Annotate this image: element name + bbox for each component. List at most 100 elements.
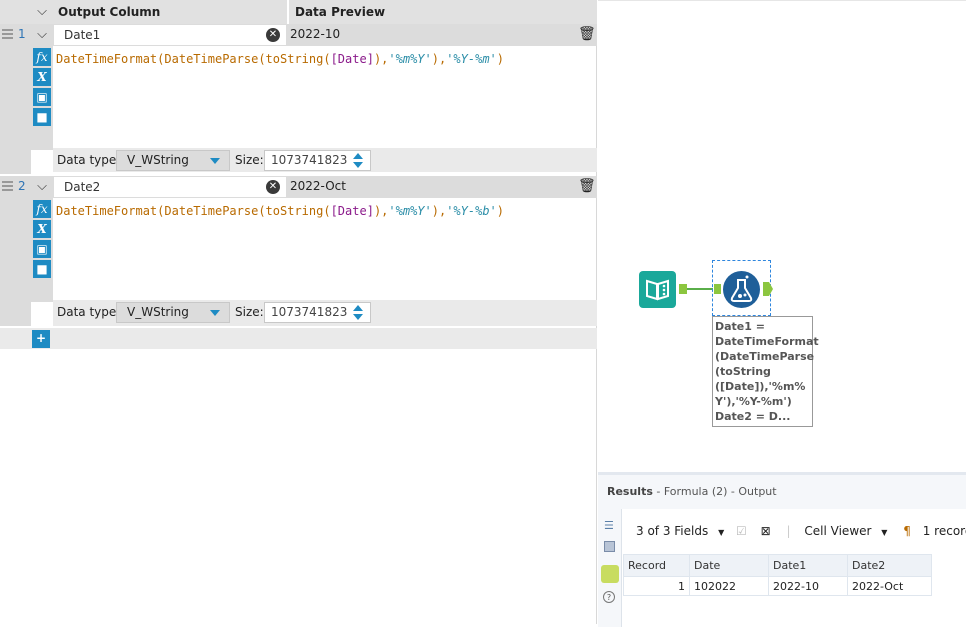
collapse-chevron-icon[interactable]: ⌵ xyxy=(33,178,51,196)
row-number: 1 xyxy=(18,27,26,41)
size-stepper[interactable] xyxy=(348,304,368,321)
expression-token: '%m%Y' xyxy=(388,52,432,66)
expression-token: DateTimeFormat xyxy=(56,204,158,218)
formula-tool-selected[interactable] xyxy=(712,260,773,316)
delete-trash-icon[interactable]: 🗑︎ xyxy=(578,178,596,194)
results-sidebar: ☰ ? xyxy=(598,509,622,627)
output-anchor[interactable] xyxy=(763,282,773,296)
field-row-header[interactable]: 2 ⌵ Date2 ✕ 2022-Oct 🗑︎ xyxy=(0,176,597,198)
add-row-bar: + xyxy=(0,328,597,349)
input-anchor[interactable] xyxy=(714,284,721,294)
drag-handle-icon[interactable] xyxy=(2,29,13,40)
expression-token: ) xyxy=(496,204,505,218)
column-header[interactable]: Date xyxy=(689,554,769,577)
data-type-select[interactable]: V_WString xyxy=(116,302,230,323)
results-title: Results xyxy=(607,485,653,498)
add-field-button[interactable]: + xyxy=(32,330,50,348)
save-icon[interactable]: ■ xyxy=(33,108,51,126)
expression-token: ( xyxy=(258,52,266,66)
expression-token: ( xyxy=(323,204,331,218)
expression-token: [Date] xyxy=(330,52,374,66)
results-title-bar: Results - Formula (2) - Output xyxy=(598,475,966,509)
input-data-tool[interactable] xyxy=(639,271,676,308)
open-folder-icon[interactable]: ▣ xyxy=(33,88,51,106)
variables-icon[interactable]: X xyxy=(33,220,51,238)
clear-icon[interactable]: ✕ xyxy=(266,180,280,194)
table-cell[interactable]: 2022-10 xyxy=(768,576,848,596)
annotation-line: Y'),'%Y-%m') xyxy=(715,395,792,408)
results-table: Record Date Date1 Date2 1 102022 2022-10 2022-O… xyxy=(623,554,932,596)
spin-up-icon[interactable] xyxy=(353,153,363,159)
annotation-line: ([Date]),'%m% xyxy=(715,380,806,393)
list-icon[interactable]: ☰ xyxy=(604,519,614,532)
results-panel: Results - Formula (2) - Output ☰ ? 3 of … xyxy=(598,472,966,627)
table-row: 1 102022 2022-10 2022-Oct xyxy=(623,576,932,596)
save-icon[interactable]: ■ xyxy=(33,260,51,278)
expression-token: DateTimeParse xyxy=(164,204,259,218)
annotation-line: Date1 = xyxy=(715,320,765,333)
metadata-icon[interactable] xyxy=(604,541,615,552)
delete-trash-icon[interactable]: 🗑︎ xyxy=(578,26,596,42)
drag-handle-icon[interactable] xyxy=(2,181,13,192)
functions-icon[interactable]: fx xyxy=(33,200,51,218)
formula-flask-icon xyxy=(723,271,760,308)
annotation-line: DateTimeFormat xyxy=(715,335,819,348)
table-cell[interactable]: 1 xyxy=(623,576,690,596)
expression-tools: fx X ▣ ■ xyxy=(31,198,53,302)
row-gutter xyxy=(0,46,31,174)
spin-up-icon[interactable] xyxy=(353,305,363,311)
table-cell[interactable]: 2022-Oct xyxy=(847,576,932,596)
expression-tools: fx X ▣ ■ xyxy=(31,46,53,150)
expression-token: toString xyxy=(265,204,324,218)
output-anchor-icon[interactable] xyxy=(601,565,619,583)
fields-dropdown[interactable]: 3 of 3 Fields xyxy=(636,524,708,538)
data-type-select[interactable]: V_WString xyxy=(116,150,230,171)
output-anchor[interactable] xyxy=(679,284,687,294)
workflow-canvas[interactable]: Date1 = DateTimeFormat (DateTimeParse (toSt… xyxy=(598,0,966,472)
clear-icon[interactable]: ✕ xyxy=(266,28,280,42)
size-stepper[interactable] xyxy=(348,152,368,169)
table-cell[interactable]: 102022 xyxy=(689,576,769,596)
output-column-input[interactable]: Date2 xyxy=(54,177,286,197)
open-folder-icon[interactable]: ▣ xyxy=(33,240,51,258)
uncheck-all-icon[interactable]: ⊠ xyxy=(761,524,771,538)
column-header[interactable]: Date1 xyxy=(768,554,848,577)
collapse-chevron-icon[interactable]: ⌵ xyxy=(33,26,51,44)
size-input[interactable]: 1073741823 xyxy=(264,150,371,171)
expression-token: ( xyxy=(323,52,331,66)
field-row-header[interactable]: 1 ⌵ Date1 ✕ 2022-10 🗑︎ xyxy=(0,24,597,46)
help-icon[interactable]: ? xyxy=(603,591,615,603)
expression-token: toString xyxy=(265,52,324,66)
data-type-row: Data type: V_WString Size: 1073741823 xyxy=(53,300,597,326)
expression-token: ), xyxy=(373,52,389,66)
size-label: Size: xyxy=(235,305,264,319)
spin-down-icon[interactable] xyxy=(353,162,363,168)
data-preview-value: 2022-Oct xyxy=(290,179,346,193)
expression-editor[interactable]: DateTimeFormat(DateTimeParse(toString([D… xyxy=(56,204,504,218)
data-type-value: V_WString xyxy=(127,153,189,167)
column-header[interactable]: Date2 xyxy=(847,554,932,577)
data-type-label: Data type: xyxy=(57,305,121,319)
output-column-input[interactable]: Date1 xyxy=(54,25,286,45)
column-header[interactable]: Record xyxy=(623,554,690,577)
data-type-row: Data type: V_WString Size: 1073741823 xyxy=(53,148,597,172)
expression-editor[interactable]: DateTimeFormat(DateTimeParse(toString([D… xyxy=(56,52,504,66)
row-gutter xyxy=(0,198,31,326)
formula-editor-panel: ⌵ Output Column Data Preview 1 ⌵ Date1 ✕… xyxy=(0,0,597,624)
pilcrow-icon[interactable]: ¶ xyxy=(903,524,911,538)
output-column-header: Output Column xyxy=(58,5,161,19)
functions-icon[interactable]: fx xyxy=(33,48,51,66)
connection-line xyxy=(687,288,713,290)
caret-down-icon: ▼ xyxy=(881,528,888,537)
data-preview-header: Data Preview xyxy=(287,0,576,25)
caret-down-icon: ▼ xyxy=(718,528,725,537)
spin-down-icon[interactable] xyxy=(353,314,363,320)
size-value: 1073741823 xyxy=(271,153,348,167)
collapse-all-chevron-icon[interactable]: ⌵ xyxy=(33,3,51,21)
size-input[interactable]: 1073741823 xyxy=(264,302,371,323)
record-count: 1 record displ xyxy=(922,524,966,538)
check-all-icon[interactable]: ☑ xyxy=(736,524,747,538)
cell-viewer-dropdown[interactable]: Cell Viewer xyxy=(804,524,871,538)
variables-icon[interactable]: X xyxy=(33,68,51,86)
expression-token: ), xyxy=(431,52,447,66)
